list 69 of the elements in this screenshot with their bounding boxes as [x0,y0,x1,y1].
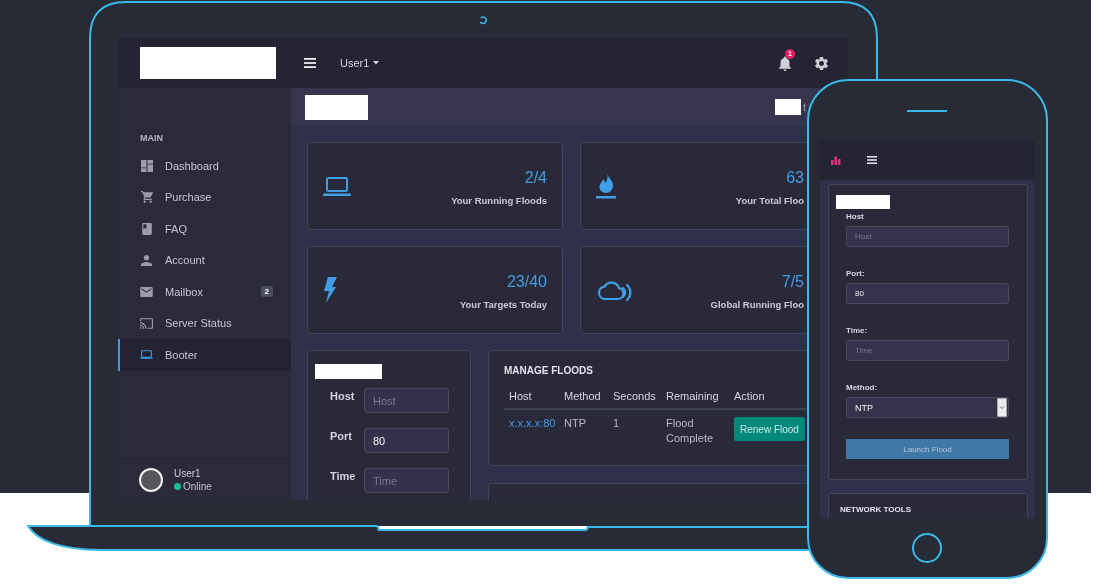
card-title: MANAGE FLOODS [504,364,594,378]
table-cell: NTP [559,409,608,446]
ring-icon [479,16,488,25]
dropdown-field[interactable]: NTP [846,397,1009,418]
redaction-block [305,94,368,120]
user-name: User1 [174,466,202,480]
menu-icon[interactable] [304,58,316,68]
cast-icon [140,317,153,329]
input-field[interactable]: 80 [364,428,449,453]
stat-label: Global Running Floo [710,297,804,311]
field-label: Time [330,469,357,484]
laptop-icon [323,176,351,196]
stat-value: 63 [785,167,804,188]
stat-value: 23/40 [505,271,547,292]
laptop-icon [140,350,153,360]
stat-value: 2/4 [523,167,547,188]
sidebar-item[interactable]: Account [118,244,291,276]
sidebar-item[interactable]: Purchase [118,181,291,213]
user-icon [141,254,152,266]
book-icon [141,222,152,235]
table-cell: 1 [608,409,661,446]
stat-label: Your Running Floods [451,193,547,207]
field-label: Method: [846,383,879,393]
bar-chart-icon [831,154,841,165]
lightning-bolt-icon [323,277,337,303]
flame-icon [596,173,616,199]
host-link[interactable]: x.x.x.x:80 [509,417,556,429]
user-menu[interactable]: User1 [340,57,380,69]
status-dot-icon [174,482,181,490]
redaction-block [315,364,382,379]
envelope-icon [140,286,153,297]
cart-icon [140,191,153,204]
sidebar-item[interactable]: FAQ [118,213,291,245]
section-heading: MAIN [139,132,164,144]
user-status: Online [183,479,212,493]
bell-icon[interactable] [779,55,791,71]
field-label: Host [846,212,865,222]
field-label: Time: [846,326,869,336]
sidebar-item[interactable]: Server Status [118,307,291,339]
column-header: Method [559,389,608,409]
settings-icon[interactable] [815,56,828,70]
column-header: Host [504,389,559,409]
caret-icon [373,61,380,65]
redaction-block [836,195,890,209]
column-header: Remaining [661,389,729,409]
column-header: Seconds [608,389,661,409]
sidebar-item[interactable]: Mailbox [118,276,261,308]
menu-icon[interactable] [867,155,877,164]
home-button-icon [912,533,942,563]
input-field[interactable]: Host [846,226,1009,247]
redaction-block [774,99,801,115]
input-field[interactable]: 80 [846,283,1009,304]
card-title: NETWORK TOOLS [840,505,912,515]
avatar-placeholder [139,467,163,492]
dashboard-icon [140,159,153,172]
field-label: Port [330,429,353,444]
field-label: Host [330,389,356,404]
count-badge: 2 [260,286,273,298]
input-field[interactable]: Time [846,340,1009,361]
sidebar-item[interactable]: Dashboard [118,150,291,182]
stat-label: Your Targets Today [459,297,547,311]
input-field[interactable]: Time [364,468,449,493]
sidebar-item[interactable]: Booter [118,339,291,371]
input-field[interactable]: Host [364,388,449,413]
table-cell: Flood Complete [661,409,729,446]
stat-value: 7/5 [780,271,804,292]
field-label: Port: [846,269,866,279]
breadcrumb-text: t [802,101,806,113]
stat-label: Your Total Floo [735,193,804,207]
